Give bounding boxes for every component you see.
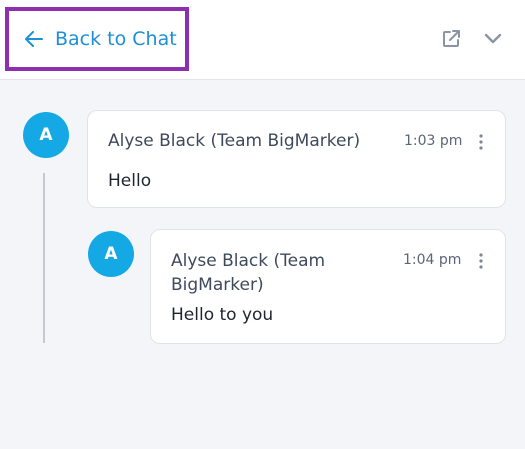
avatar: A xyxy=(88,231,134,277)
thread-header: Back to Chat xyxy=(0,0,525,80)
message-author: Alyse Black (Team BigMarker) xyxy=(108,131,361,151)
reply-message-card: Alyse Black (Team BigMarker) 1:04 pm Hel… xyxy=(150,229,506,344)
arrow-left-icon xyxy=(25,31,43,47)
avatar-initial: A xyxy=(104,244,118,264)
avatar: A xyxy=(23,112,69,158)
message-author: Alyse Black (Team BigMarker) xyxy=(171,251,326,295)
external-link-icon[interactable] xyxy=(440,28,462,50)
back-to-chat-button[interactable]: Back to Chat xyxy=(5,7,189,71)
parent-message-card: Alyse Black (Team BigMarker) 1:03 pm Hel… xyxy=(87,110,506,208)
more-options-icon[interactable] xyxy=(474,133,488,151)
thread-connector-line xyxy=(43,173,45,343)
message-text: Hello to you xyxy=(171,305,274,325)
more-options-icon[interactable] xyxy=(474,252,488,270)
avatar-initial: A xyxy=(39,125,53,145)
message-timestamp: 1:04 pm xyxy=(403,252,462,268)
message-timestamp: 1:03 pm xyxy=(404,133,463,149)
back-to-chat-label: Back to Chat xyxy=(55,28,177,50)
chevron-down-icon[interactable] xyxy=(482,28,504,50)
message-text: Hello xyxy=(108,171,152,191)
